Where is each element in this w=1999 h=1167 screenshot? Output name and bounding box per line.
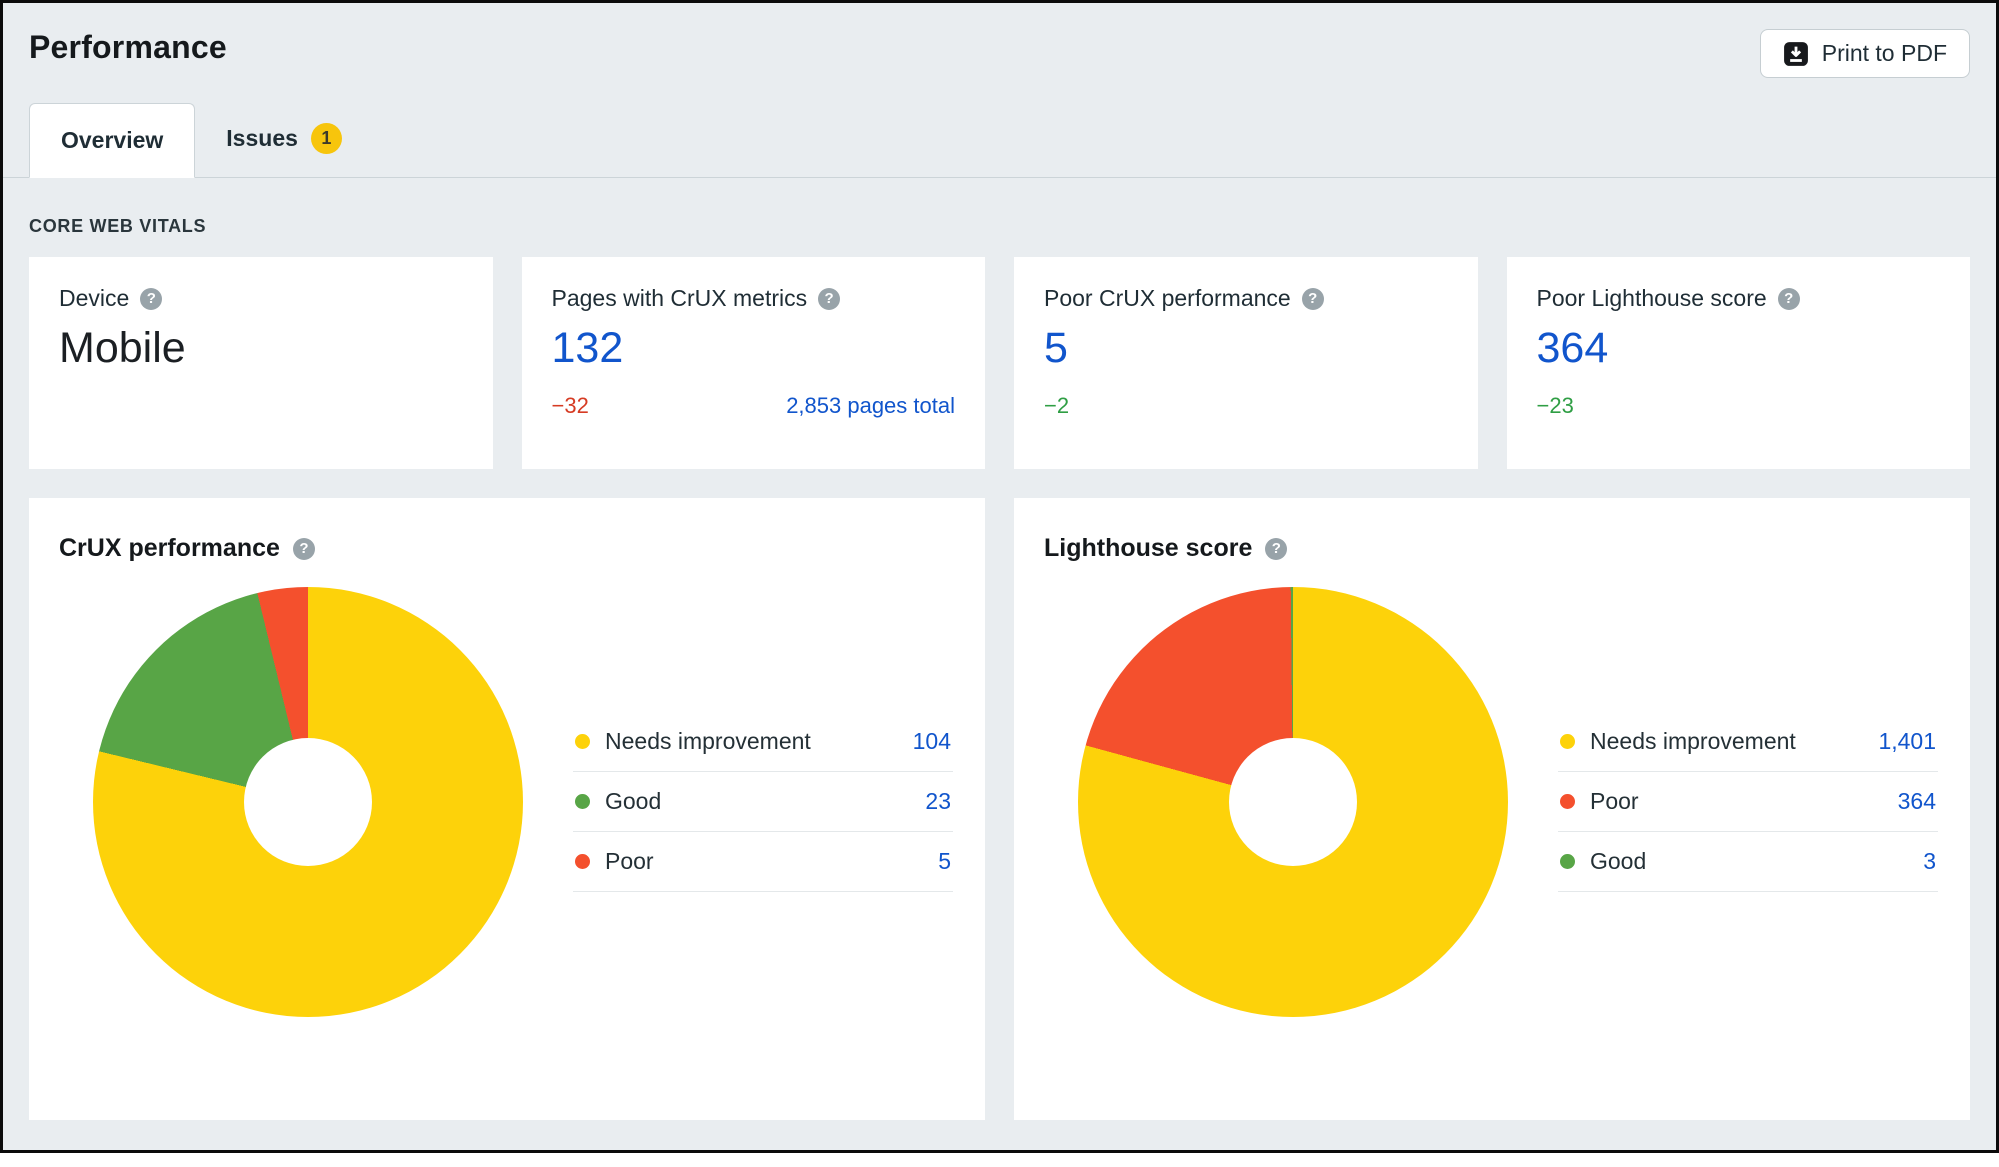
print-pdf-icon bbox=[1783, 41, 1809, 67]
stat-value-pages-with-crux[interactable]: 132 bbox=[552, 324, 956, 373]
legend-row: Poor 5 bbox=[573, 832, 953, 892]
stat-card-device: Device Mobile bbox=[29, 257, 493, 469]
legend-label: Needs improvement bbox=[1590, 728, 1796, 754]
stat-value-poor-crux[interactable]: 5 bbox=[1044, 324, 1448, 373]
chart-title-crux-performance: CrUX performance bbox=[59, 534, 280, 562]
legend-row: Good 23 bbox=[573, 772, 953, 832]
lighthouse-score-legend: Needs improvement 1,401 Poor 364 Good 3 bbox=[1558, 712, 1938, 892]
stat-delta-pages-with-crux: −32 bbox=[551, 393, 589, 418]
tab-overview[interactable]: Overview bbox=[29, 103, 196, 178]
tab-overview-label: Overview bbox=[61, 127, 164, 153]
legend-dot bbox=[1560, 794, 1575, 809]
section-label-core-web-vitals: CORE WEB VITALS bbox=[29, 216, 207, 236]
issues-count-badge: 1 bbox=[310, 123, 342, 154]
tab-bar: Overview Issues 1 bbox=[3, 100, 1996, 178]
stat-label-poor-crux: Poor CrUX performance bbox=[1044, 285, 1291, 311]
legend-label: Good bbox=[1590, 848, 1647, 874]
stat-label-device: Device bbox=[59, 285, 130, 311]
legend-label: Good bbox=[605, 788, 662, 814]
stat-value-device: Mobile bbox=[59, 324, 186, 372]
legend-dot bbox=[575, 794, 590, 809]
donut-hole bbox=[1229, 738, 1357, 866]
page-title: Performance bbox=[29, 29, 227, 65]
tab-issues[interactable]: Issues 1 bbox=[195, 100, 373, 177]
legend-label: Poor bbox=[1590, 788, 1639, 814]
stat-card-pages-with-crux: Pages with CrUX metrics 132 −32 2,853 pa… bbox=[521, 257, 985, 469]
legend-value[interactable]: 5 bbox=[938, 848, 951, 875]
legend-row: Poor 364 bbox=[1558, 772, 1938, 832]
crux-performance-legend: Needs improvement 104 Good 23 Poor 5 bbox=[573, 712, 953, 892]
help-icon[interactable] bbox=[1301, 287, 1324, 310]
legend-row: Needs improvement 104 bbox=[573, 712, 953, 772]
chart-card-lighthouse-score: Lighthouse score Needs improvement 1,401 P… bbox=[1014, 498, 1970, 1120]
chart-cards-row: CrUX performance Needs improvement 104 Goo… bbox=[3, 498, 1996, 1120]
legend-dot bbox=[575, 854, 590, 869]
page-header: Performance Print to PDF bbox=[3, 3, 1996, 78]
stat-delta-poor-lighthouse: −23 bbox=[1536, 393, 1574, 418]
legend-value[interactable]: 1,401 bbox=[1878, 728, 1936, 755]
help-icon[interactable] bbox=[1777, 287, 1800, 310]
help-icon[interactable] bbox=[818, 287, 841, 310]
legend-row: Needs improvement 1,401 bbox=[1558, 712, 1938, 772]
help-icon[interactable] bbox=[1265, 537, 1288, 560]
legend-label: Poor bbox=[605, 848, 654, 874]
stat-card-poor-crux: Poor CrUX performance 5 −2 bbox=[1014, 257, 1478, 469]
legend-label: Needs improvement bbox=[605, 728, 811, 754]
stat-cards-row: Device Mobile Pages with CrUX metrics 13… bbox=[3, 257, 1996, 469]
performance-page: Performance Print to PDF Overview Issues… bbox=[0, 0, 1999, 1153]
help-icon[interactable] bbox=[140, 287, 163, 310]
stat-label-pages-with-crux: Pages with CrUX metrics bbox=[551, 285, 808, 311]
print-to-pdf-button[interactable]: Print to PDF bbox=[1759, 29, 1970, 78]
legend-dot bbox=[1560, 854, 1575, 869]
stat-label-poor-lighthouse: Poor Lighthouse score bbox=[1536, 285, 1767, 311]
stat-card-poor-lighthouse: Poor Lighthouse score 364 −23 bbox=[1506, 257, 1970, 469]
lighthouse-score-donut-chart[interactable] bbox=[1078, 587, 1508, 1017]
tab-issues-label: Issues bbox=[226, 125, 298, 151]
chart-card-crux-performance: CrUX performance Needs improvement 104 Goo… bbox=[29, 498, 985, 1120]
pages-total-link[interactable]: 2,853 pages total bbox=[786, 393, 955, 419]
legend-dot bbox=[1560, 734, 1575, 749]
crux-performance-donut-chart[interactable] bbox=[93, 587, 523, 1017]
stat-value-poor-lighthouse[interactable]: 364 bbox=[1537, 324, 1941, 373]
legend-value[interactable]: 364 bbox=[1898, 788, 1936, 815]
legend-row: Good 3 bbox=[1558, 832, 1938, 892]
help-icon[interactable] bbox=[292, 537, 315, 560]
print-to-pdf-label: Print to PDF bbox=[1821, 40, 1947, 66]
donut-hole bbox=[244, 738, 372, 866]
chart-title-lighthouse-score: Lighthouse score bbox=[1044, 534, 1253, 562]
stat-delta-poor-crux: −2 bbox=[1044, 393, 1070, 418]
legend-value[interactable]: 23 bbox=[925, 788, 951, 815]
legend-value[interactable]: 3 bbox=[1923, 848, 1936, 875]
legend-dot bbox=[575, 734, 590, 749]
legend-value[interactable]: 104 bbox=[913, 728, 951, 755]
